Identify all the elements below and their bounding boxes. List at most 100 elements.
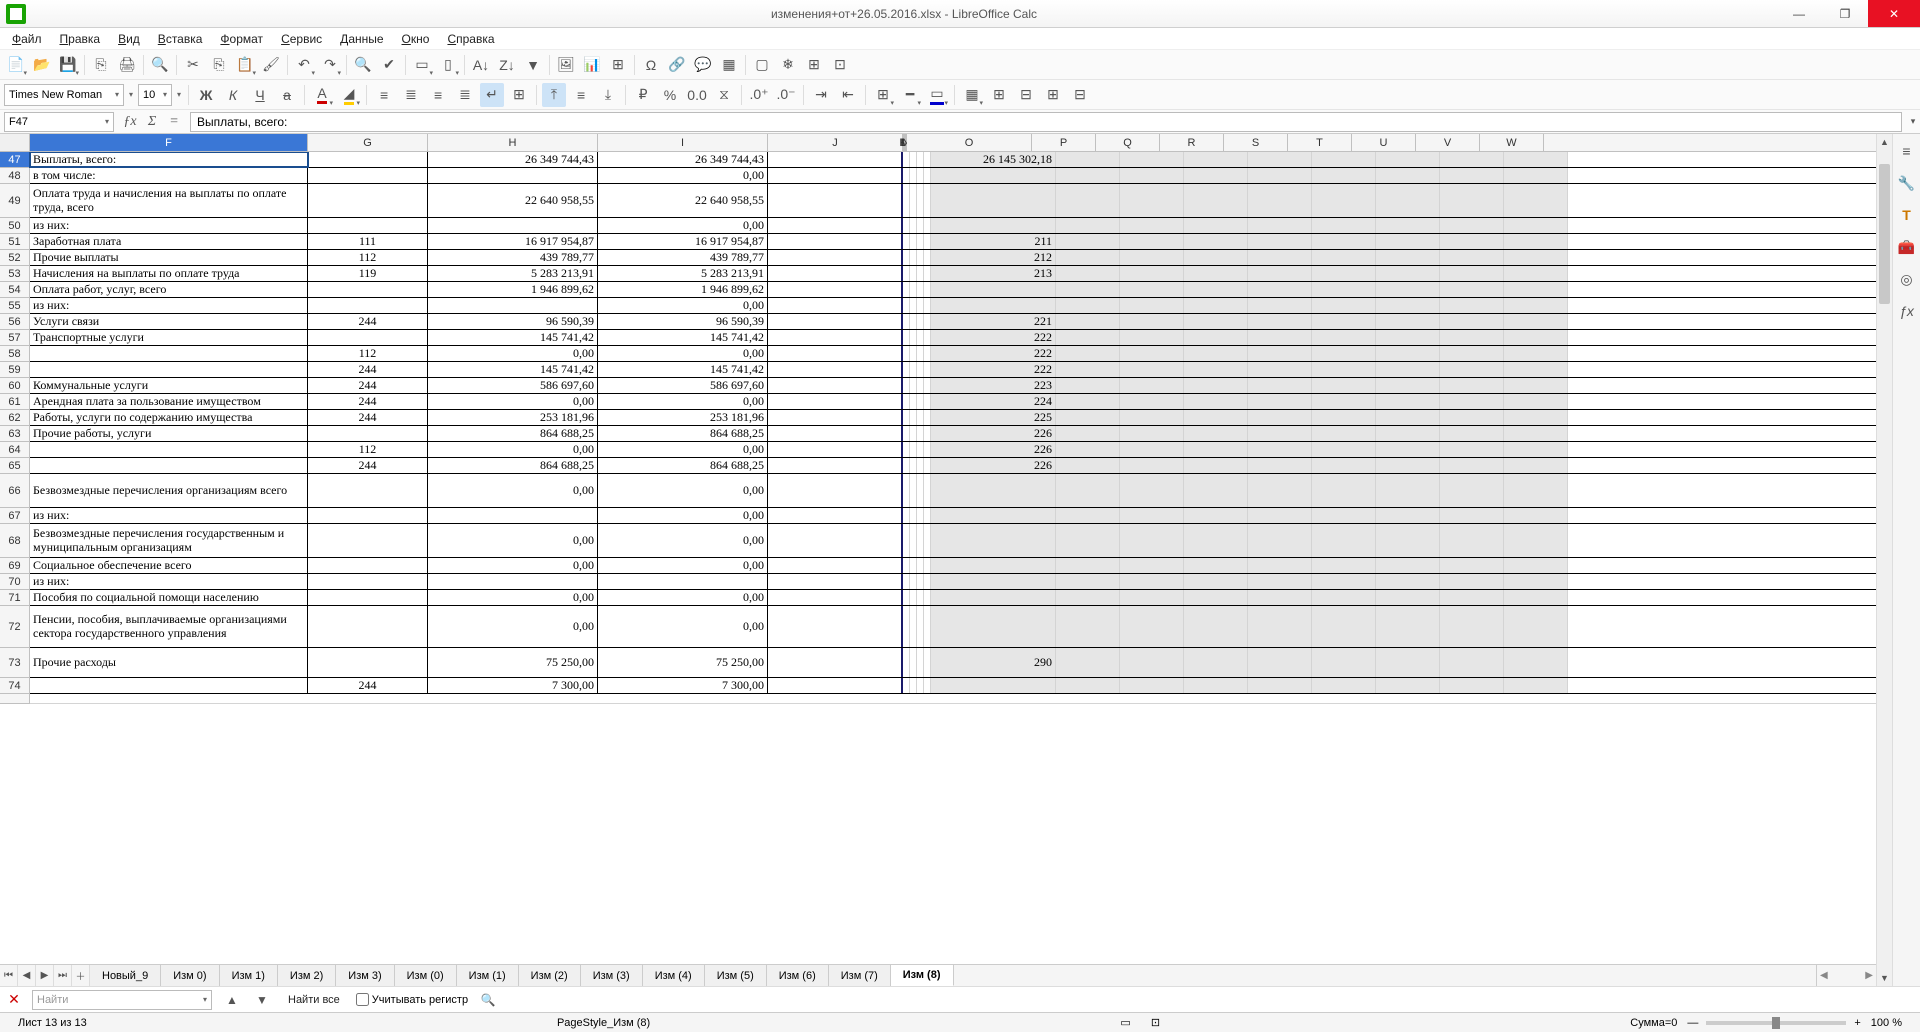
cell[interactable]: 16 917 954,87 bbox=[428, 234, 598, 249]
cell[interactable] bbox=[924, 330, 931, 345]
cell[interactable] bbox=[1056, 426, 1120, 441]
cell[interactable] bbox=[308, 152, 428, 167]
row-header[interactable]: 68 bbox=[0, 524, 30, 558]
cell[interactable] bbox=[1184, 574, 1248, 589]
cell[interactable] bbox=[1120, 298, 1184, 313]
cell[interactable]: 7 300,00 bbox=[428, 678, 598, 693]
cell[interactable] bbox=[1056, 678, 1120, 693]
zoom-slider[interactable] bbox=[1706, 1021, 1846, 1025]
cell[interactable]: 111 bbox=[308, 234, 428, 249]
cell[interactable] bbox=[1184, 558, 1248, 573]
cell[interactable] bbox=[1504, 458, 1568, 473]
sheet-tab[interactable]: Изм (8) bbox=[891, 965, 954, 986]
cell[interactable]: 0,00 bbox=[598, 474, 768, 507]
cell[interactable]: 223 bbox=[931, 378, 1056, 393]
cell[interactable] bbox=[1120, 678, 1184, 693]
cell[interactable] bbox=[1056, 282, 1120, 297]
row-header[interactable]: 64 bbox=[0, 442, 30, 458]
cell[interactable] bbox=[1504, 524, 1568, 557]
cell[interactable]: 75 250,00 bbox=[428, 648, 598, 677]
cell[interactable] bbox=[910, 298, 917, 313]
cell[interactable] bbox=[1376, 524, 1440, 557]
vertical-scrollbar[interactable]: ▲▼ bbox=[1876, 134, 1892, 986]
row-header[interactable]: 49 bbox=[0, 184, 30, 218]
cell[interactable] bbox=[1504, 266, 1568, 281]
row-header[interactable]: 60 bbox=[0, 378, 30, 394]
row-header[interactable]: 65 bbox=[0, 458, 30, 474]
cell[interactable] bbox=[1440, 266, 1504, 281]
align-left-icon[interactable]: ≡ bbox=[372, 83, 396, 107]
decrease-indent-icon[interactable]: ⇤ bbox=[836, 83, 860, 107]
cell[interactable] bbox=[1120, 218, 1184, 233]
cell[interactable] bbox=[1440, 152, 1504, 167]
sort-desc-icon[interactable]: Z↓ bbox=[495, 53, 519, 77]
cell[interactable] bbox=[1312, 330, 1376, 345]
cell[interactable] bbox=[1312, 678, 1376, 693]
menu-вид[interactable]: Вид bbox=[110, 30, 148, 48]
cell[interactable]: 222 bbox=[931, 362, 1056, 377]
cell[interactable]: 119 bbox=[308, 266, 428, 281]
cell[interactable] bbox=[428, 218, 598, 233]
row-header[interactable]: 56 bbox=[0, 314, 30, 330]
col-header-Q[interactable]: Q bbox=[1096, 134, 1160, 151]
border-style-icon[interactable]: ━ bbox=[898, 83, 922, 107]
cell[interactable]: 222 bbox=[931, 330, 1056, 345]
cell[interactable] bbox=[1056, 250, 1120, 265]
cell[interactable] bbox=[1056, 442, 1120, 457]
cell[interactable]: 244 bbox=[308, 410, 428, 425]
cell[interactable] bbox=[1248, 426, 1312, 441]
function-icon[interactable]: = bbox=[164, 112, 184, 132]
cell[interactable] bbox=[308, 426, 428, 441]
cell[interactable]: Услуги связи bbox=[30, 314, 308, 329]
cell[interactable] bbox=[768, 508, 903, 523]
sidebar-navigator-icon[interactable]: 🧰 bbox=[1896, 236, 1918, 258]
tab-prev-icon[interactable]: ◀ bbox=[18, 965, 36, 986]
row-header[interactable]: 58 bbox=[0, 346, 30, 362]
cell[interactable] bbox=[917, 250, 924, 265]
cell[interactable] bbox=[910, 250, 917, 265]
cell[interactable] bbox=[1440, 234, 1504, 249]
cell[interactable] bbox=[30, 458, 308, 473]
conditional-format-icon[interactable]: ▦ bbox=[960, 83, 984, 107]
cell[interactable] bbox=[1440, 168, 1504, 183]
cell[interactable] bbox=[1056, 168, 1120, 183]
cell[interactable] bbox=[1056, 234, 1120, 249]
cell[interactable] bbox=[1504, 606, 1568, 647]
cell[interactable] bbox=[1376, 168, 1440, 183]
merge-cells-icon[interactable]: ⊞ bbox=[507, 83, 531, 107]
selection-mode-icon[interactable]: ⊡ bbox=[1141, 1016, 1170, 1029]
cell[interactable] bbox=[903, 362, 910, 377]
cell[interactable] bbox=[1504, 234, 1568, 249]
sheet-tab[interactable]: Новый_9 bbox=[90, 965, 161, 986]
tab-first-icon[interactable]: ⏮ bbox=[0, 965, 18, 986]
cell[interactable]: 96 590,39 bbox=[598, 314, 768, 329]
cell[interactable]: Оплата труда и начисления на выплаты по … bbox=[30, 184, 308, 217]
cell[interactable] bbox=[1440, 524, 1504, 557]
sidebar-functions-icon[interactable]: ◎ bbox=[1896, 268, 1918, 290]
row-icon[interactable]: ▭ bbox=[410, 53, 434, 77]
cell[interactable] bbox=[917, 558, 924, 573]
cell[interactable] bbox=[1312, 458, 1376, 473]
cell[interactable] bbox=[910, 218, 917, 233]
cell[interactable] bbox=[931, 184, 1056, 217]
cell[interactable] bbox=[910, 590, 917, 605]
cell[interactable] bbox=[768, 184, 903, 217]
cell[interactable]: 0,00 bbox=[598, 168, 768, 183]
cell[interactable] bbox=[1312, 314, 1376, 329]
cell[interactable]: 0,00 bbox=[428, 474, 598, 507]
cell[interactable] bbox=[1248, 524, 1312, 557]
delete-cols-icon[interactable]: ⊟ bbox=[1068, 83, 1092, 107]
cell[interactable] bbox=[924, 606, 931, 647]
cell[interactable] bbox=[1312, 250, 1376, 265]
copy-icon[interactable]: ⎘ bbox=[207, 53, 231, 77]
cell[interactable] bbox=[903, 218, 910, 233]
cell[interactable] bbox=[1056, 184, 1120, 217]
freeze-icon[interactable]: ❄ bbox=[776, 53, 800, 77]
cell[interactable] bbox=[1312, 524, 1376, 557]
cell[interactable] bbox=[1184, 648, 1248, 677]
cell[interactable] bbox=[903, 282, 910, 297]
cell[interactable]: 0,00 bbox=[598, 508, 768, 523]
borders-icon[interactable]: ⊞ bbox=[871, 83, 895, 107]
cell[interactable] bbox=[1376, 426, 1440, 441]
cell[interactable] bbox=[1184, 298, 1248, 313]
